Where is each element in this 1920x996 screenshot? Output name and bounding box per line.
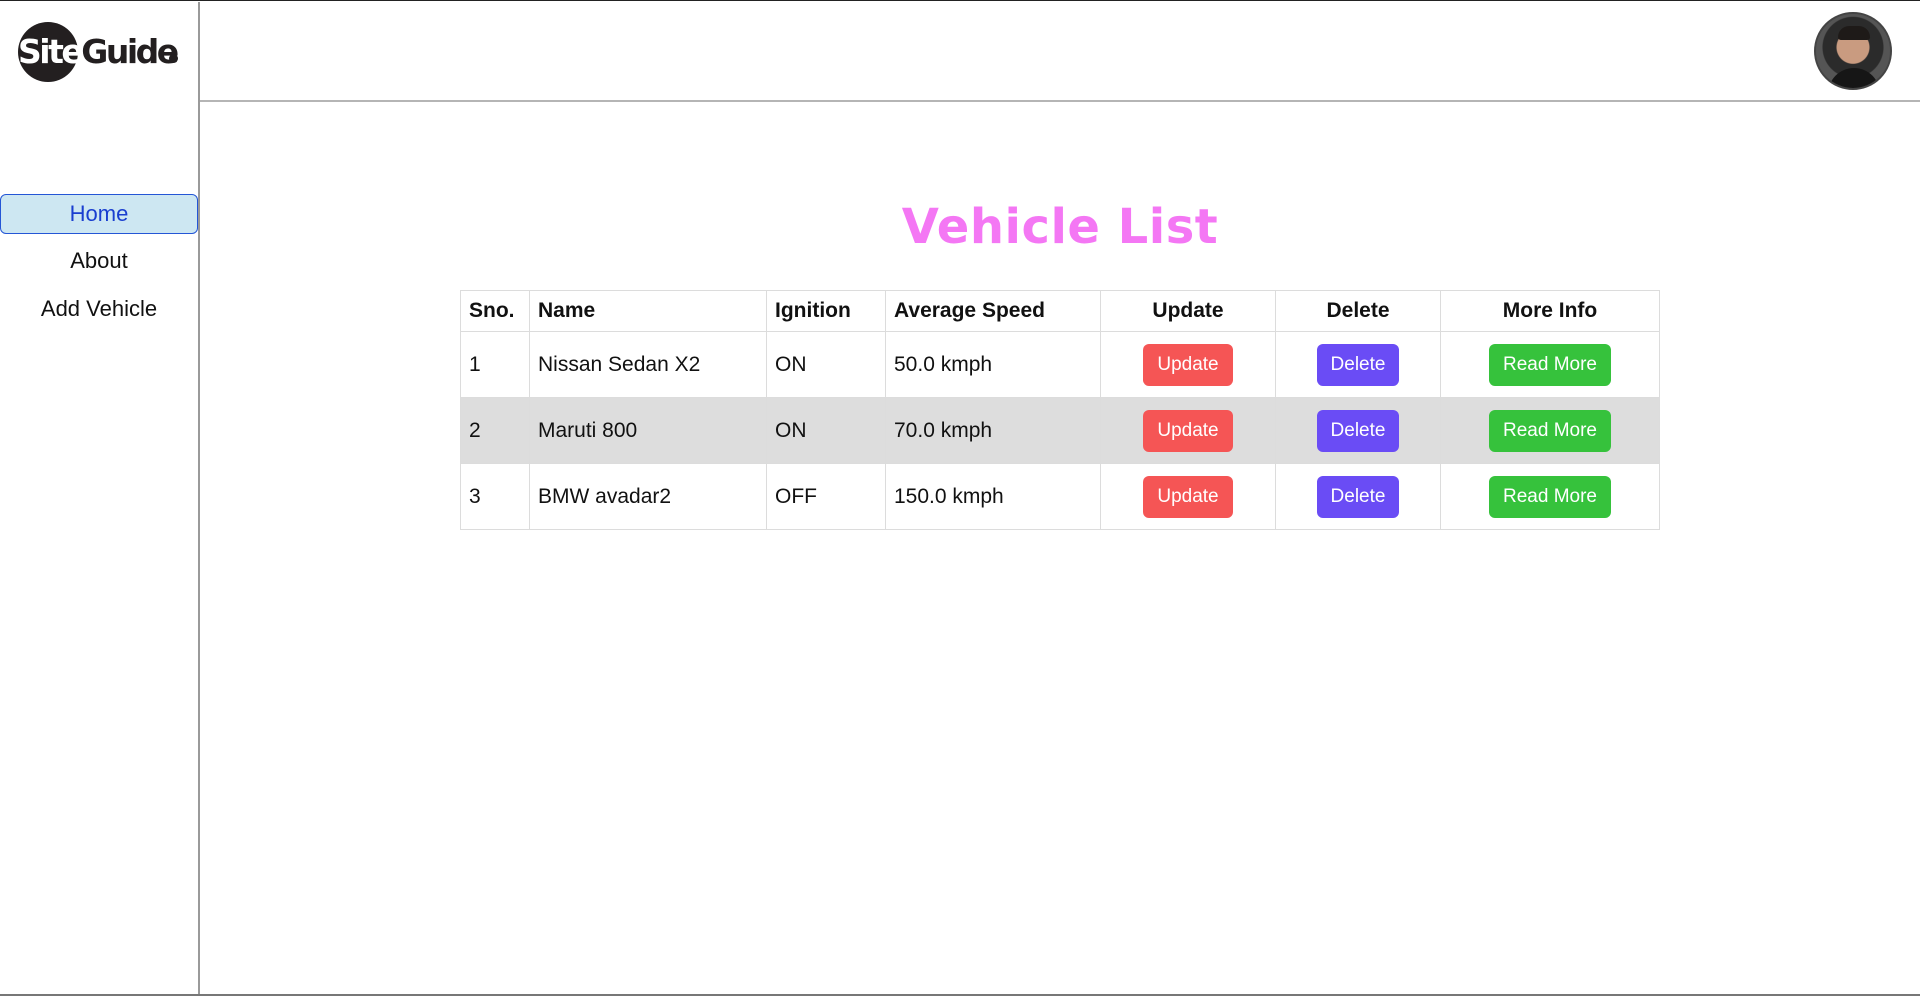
cell-sno: 3 bbox=[460, 463, 530, 530]
cell-average-speed: 50.0 kmph bbox=[885, 331, 1101, 398]
sidebar-item-home[interactable]: Home bbox=[0, 194, 198, 234]
user-avatar[interactable] bbox=[1814, 12, 1892, 90]
cell-sno: 1 bbox=[460, 331, 530, 398]
cell-ignition: ON bbox=[766, 331, 886, 398]
column-header-delete: Delete bbox=[1275, 290, 1441, 332]
update-button[interactable]: Update bbox=[1143, 343, 1233, 386]
update-button[interactable]: Update bbox=[1143, 409, 1233, 452]
delete-button[interactable]: Delete bbox=[1316, 409, 1400, 452]
cell-average-speed: 70.0 kmph bbox=[885, 397, 1101, 464]
logo-text-site: Site bbox=[18, 32, 84, 71]
cell-delete: Delete bbox=[1275, 331, 1441, 398]
cell-average-speed: 150.0 kmph bbox=[885, 463, 1101, 530]
cell-more-info: Read More bbox=[1440, 397, 1660, 464]
cell-more-info: Read More bbox=[1440, 331, 1660, 398]
column-header-ignition: Ignition bbox=[766, 290, 886, 332]
logo-text-guide: Guide bbox=[81, 32, 179, 71]
logo-dot bbox=[169, 54, 178, 63]
cell-name: Nissan Sedan X2 bbox=[529, 331, 767, 398]
cell-delete: Delete bbox=[1275, 397, 1441, 464]
vehicle-table: Sno. Name Ignition Average Speed Update … bbox=[460, 290, 1660, 530]
cell-delete: Delete bbox=[1275, 463, 1441, 530]
table-header-row: Sno. Name Ignition Average Speed Update … bbox=[460, 290, 1660, 332]
sidebar-item-add-vehicle[interactable]: Add Vehicle bbox=[0, 290, 198, 330]
sidebar-item-about[interactable]: About bbox=[0, 242, 198, 282]
delete-button[interactable]: Delete bbox=[1316, 343, 1400, 386]
delete-button[interactable]: Delete bbox=[1316, 475, 1400, 518]
read-more-button[interactable]: Read More bbox=[1489, 343, 1611, 386]
cell-update: Update bbox=[1100, 331, 1276, 398]
table-row: 2 Maruti 800 ON 70.0 kmph Update Delete … bbox=[460, 397, 1660, 464]
read-more-button[interactable]: Read More bbox=[1489, 475, 1611, 518]
column-header-sno: Sno. bbox=[460, 290, 530, 332]
cell-more-info: Read More bbox=[1440, 463, 1660, 530]
cell-sno: 2 bbox=[460, 397, 530, 464]
sidebar-nav: Home About Add Vehicle bbox=[0, 194, 198, 338]
table-row: 3 BMW avadar2 OFF 150.0 kmph Update Dele… bbox=[460, 463, 1660, 530]
column-header-name: Name bbox=[529, 290, 767, 332]
logo-text: SiteGuide bbox=[18, 32, 179, 72]
avatar-body bbox=[1828, 68, 1880, 88]
cell-update: Update bbox=[1100, 463, 1276, 530]
page-title: Vehicle List bbox=[901, 199, 1219, 256]
column-header-average-speed: Average Speed bbox=[885, 290, 1101, 332]
top-header bbox=[200, 2, 1920, 102]
cell-ignition: ON bbox=[766, 397, 886, 464]
cell-name: Maruti 800 bbox=[529, 397, 767, 464]
table-row: 1 Nissan Sedan X2 ON 50.0 kmph Update De… bbox=[460, 331, 1660, 398]
column-header-update: Update bbox=[1100, 290, 1276, 332]
cell-update: Update bbox=[1100, 397, 1276, 464]
update-button[interactable]: Update bbox=[1143, 475, 1233, 518]
siteguide-logo[interactable]: SiteGuide bbox=[18, 22, 183, 84]
cell-name: BMW avadar2 bbox=[529, 463, 767, 530]
column-header-more-info: More Info bbox=[1440, 290, 1660, 332]
cell-ignition: OFF bbox=[766, 463, 886, 530]
app-frame: SiteGuide Home About Add Vehicle Vehicle… bbox=[0, 0, 1920, 996]
read-more-button[interactable]: Read More bbox=[1489, 409, 1611, 452]
sidebar: SiteGuide Home About Add Vehicle bbox=[0, 2, 200, 994]
avatar-hair bbox=[1838, 26, 1870, 40]
